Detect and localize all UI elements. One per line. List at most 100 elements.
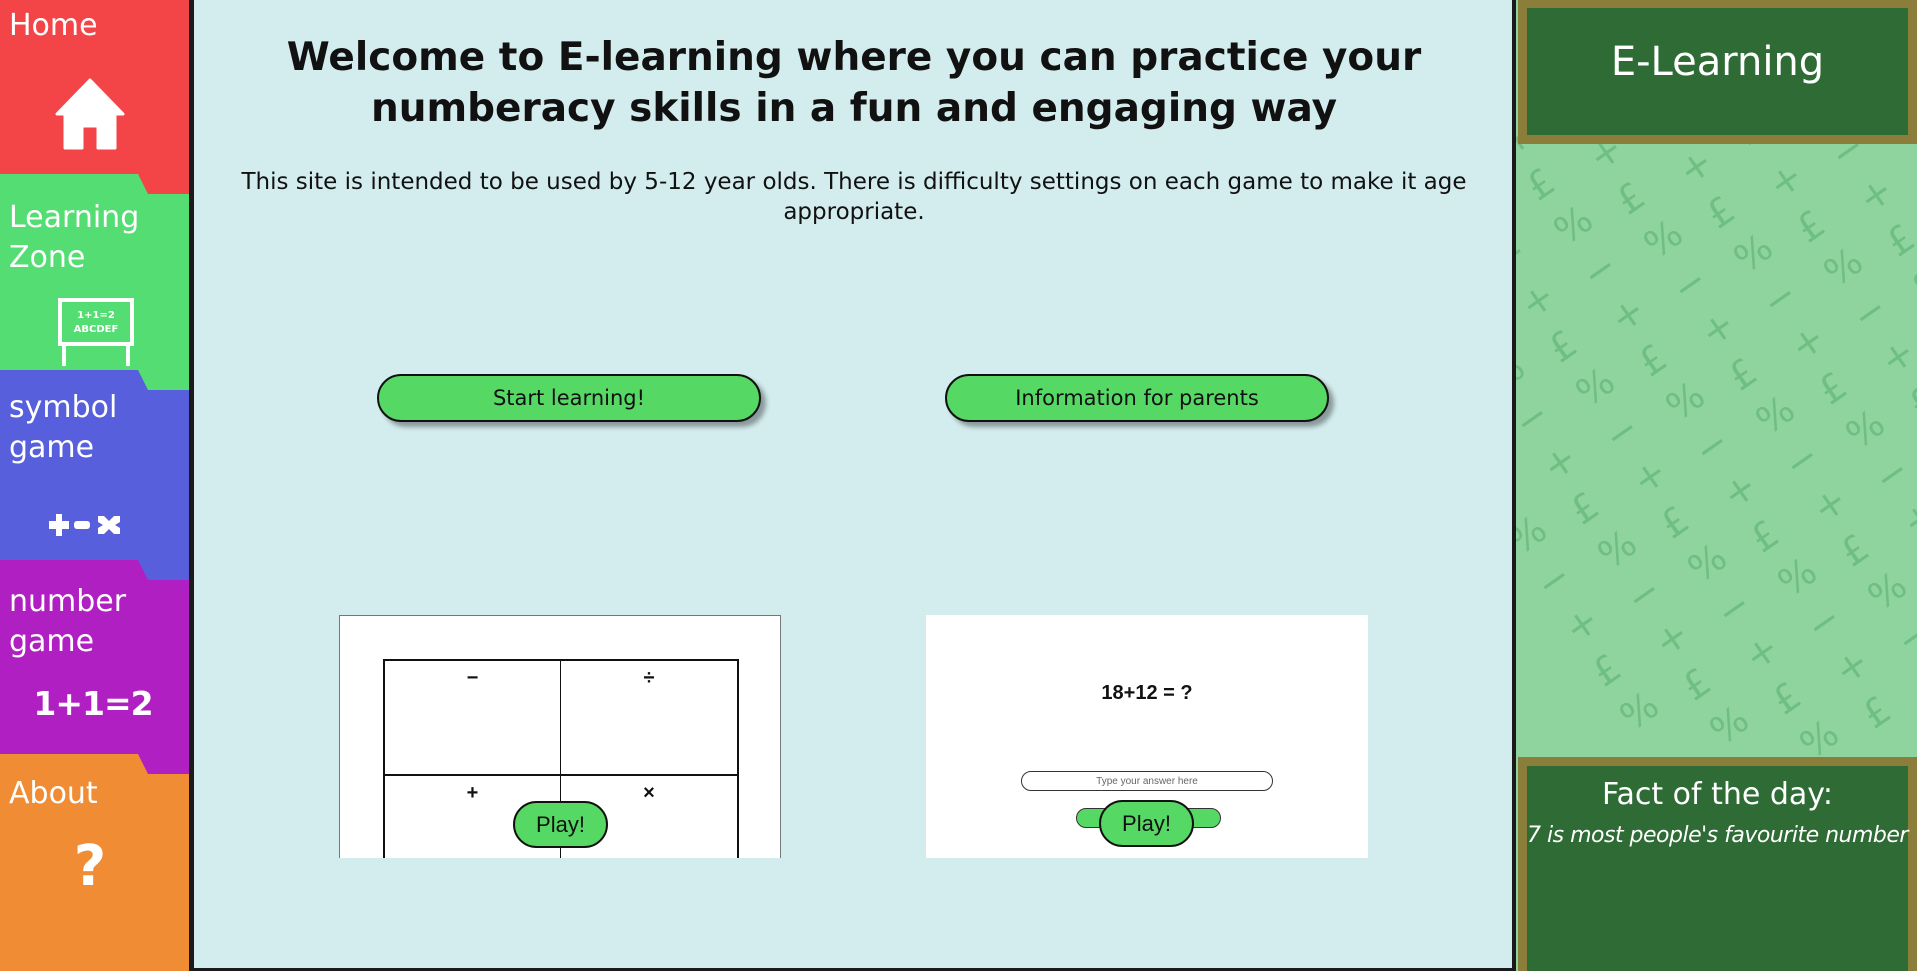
pattern-glyph: £ xyxy=(1832,525,1877,575)
pattern-glyph: + xyxy=(1516,273,1563,327)
pattern-glyph: − xyxy=(1528,553,1579,607)
pattern-glyph: £ xyxy=(1720,349,1765,399)
pattern-glyph: % xyxy=(1516,507,1555,564)
pattern-glyph: − xyxy=(1618,567,1669,621)
pattern-glyph: £ xyxy=(1742,511,1787,561)
symbol-game-preview[interactable]: − ÷ + × Play! xyxy=(339,615,781,858)
whiteboard-text-1: 1+1=2 xyxy=(77,310,115,321)
parents-info-button[interactable]: Information for parents xyxy=(945,374,1329,422)
pattern-glyph: £ xyxy=(1788,201,1833,251)
start-learning-button[interactable]: Start learning! xyxy=(377,374,761,422)
pattern-glyph: − xyxy=(1912,137,1917,191)
pattern-glyph: % xyxy=(1726,225,1781,282)
sidebar-nav: Home Learning Zone 1+1=2 ABCDEF symbol g… xyxy=(0,0,191,971)
fact-board: Fact of the day: 7 is most people's favo… xyxy=(1518,757,1917,971)
symbol-cell-divide[interactable]: ÷ xyxy=(561,661,737,776)
number-play-button[interactable]: Play! xyxy=(1099,800,1194,847)
nav-item-home[interactable]: Home xyxy=(0,0,189,200)
pattern-glyph: + xyxy=(1714,463,1765,517)
pattern-glyph: £ xyxy=(1562,483,1607,533)
pattern-glyph: + xyxy=(1692,301,1743,355)
number-game-preview[interactable]: 18+12 = ? Play! xyxy=(926,615,1368,858)
nav-item-label: Learning xyxy=(9,200,140,235)
pattern-glyph: − xyxy=(1596,405,1647,459)
pattern-glyph: + xyxy=(1736,625,1787,679)
house-icon xyxy=(55,78,125,150)
pattern-glyph: £ xyxy=(1764,673,1809,723)
pattern-glyph: £ xyxy=(1878,215,1917,265)
nav-item-about[interactable]: About ? xyxy=(0,754,189,971)
pattern-glyph: + xyxy=(1850,167,1901,221)
pattern-glyph: % xyxy=(1612,683,1667,740)
symbol-play-button[interactable]: Play! xyxy=(513,801,608,848)
fact-heading: Fact of the day: xyxy=(1601,777,1833,812)
nav-item-label: About xyxy=(9,776,98,811)
whiteboard-icon: 1+1=2 ABCDEF xyxy=(58,298,134,366)
whiteboard-text-2: ABCDEF xyxy=(74,324,119,335)
pattern-glyph: £ xyxy=(1652,497,1697,547)
pattern-glyph: − xyxy=(1708,581,1759,635)
answer-input[interactable] xyxy=(1021,771,1273,791)
pattern-glyph: + xyxy=(1782,315,1833,369)
pattern-glyph: % xyxy=(1770,549,1825,606)
right-panel: +£+−−%£+−+−%£+−%%£+−%£+−−%£+−%££+−%£+−%%… xyxy=(1516,0,1917,971)
pattern-glyph: + xyxy=(1826,639,1877,693)
one-plus-one-icon: 1+1=2 xyxy=(33,684,153,723)
pattern-glyph: £ xyxy=(1900,377,1917,427)
pattern-glyph: % xyxy=(1816,239,1871,296)
pattern-glyph: − xyxy=(1574,243,1625,297)
pattern-glyph: £ xyxy=(1854,687,1899,737)
pattern-glyph: % xyxy=(1702,697,1757,754)
brand-board: E-Learning xyxy=(1518,0,1917,144)
pattern-glyph: + xyxy=(1556,597,1607,651)
pattern-glyph: £ xyxy=(1630,335,1675,385)
pattern-glyph: % xyxy=(1838,401,1893,458)
pattern-glyph: £ xyxy=(1674,659,1719,709)
nav-item-label-line2: game xyxy=(9,430,95,465)
pattern-glyph: £ xyxy=(1584,645,1629,695)
fact-text: 7 is most people's favourite number xyxy=(1527,823,1908,848)
pattern-glyph: − xyxy=(1798,595,1849,649)
tab-shape xyxy=(0,560,150,584)
pattern-glyph: − xyxy=(1516,391,1557,445)
pattern-glyph: % xyxy=(1658,373,1713,430)
pattern-glyph: + xyxy=(1646,611,1697,665)
plus-minus-times-icon xyxy=(49,514,120,536)
pattern-glyph: − xyxy=(1866,447,1917,501)
pattern-glyph: % xyxy=(1590,521,1645,578)
pattern-glyph: + xyxy=(1534,435,1585,489)
pattern-glyph: £ xyxy=(1540,321,1585,371)
pattern-glyph: − xyxy=(1516,229,1535,283)
symbol-cell-minus[interactable]: − xyxy=(385,661,561,776)
pattern-glyph: + xyxy=(1760,153,1811,207)
page-description: This site is intended to be used by 5-12… xyxy=(241,169,1467,225)
pattern-glyph: + xyxy=(1624,449,1675,503)
nav-item-label: symbol xyxy=(9,390,118,425)
pattern-glyph: − xyxy=(1888,609,1917,663)
pattern-glyph: − xyxy=(1844,285,1895,339)
tab-shape xyxy=(0,174,150,198)
pattern-glyph: − xyxy=(1686,419,1737,473)
pattern-glyph: % xyxy=(1636,211,1691,268)
question-mark-icon: ? xyxy=(73,834,107,899)
pattern-glyph: + xyxy=(1670,139,1721,193)
pattern-glyph: % xyxy=(1748,387,1803,444)
pattern-glyph: £ xyxy=(1810,363,1855,413)
pattern-glyph: + xyxy=(1602,287,1653,341)
pattern-glyph: % xyxy=(1680,535,1735,592)
pattern-glyph: % xyxy=(1860,563,1915,620)
pattern-glyph: + xyxy=(1804,477,1855,531)
brand-title: E-Learning xyxy=(1610,39,1825,85)
pattern-glyph: % xyxy=(1568,359,1623,416)
pattern-glyph: + xyxy=(1894,491,1917,545)
nav-item-label: number xyxy=(9,584,127,619)
pattern-glyph: £ xyxy=(1698,187,1743,237)
pattern-glyph: £ xyxy=(1516,469,1517,519)
page-title: Welcome to E-learning where you can prac… xyxy=(286,35,1422,131)
nav-item-label-line2: Zone xyxy=(9,240,86,275)
main-content: Welcome to E-learning where you can prac… xyxy=(194,0,1514,968)
question-text: 18+12 = ? xyxy=(1101,682,1193,704)
pattern-glyph: £ xyxy=(1608,173,1653,223)
pattern-glyph: % xyxy=(1546,197,1601,254)
pattern-glyph: − xyxy=(1664,257,1715,311)
